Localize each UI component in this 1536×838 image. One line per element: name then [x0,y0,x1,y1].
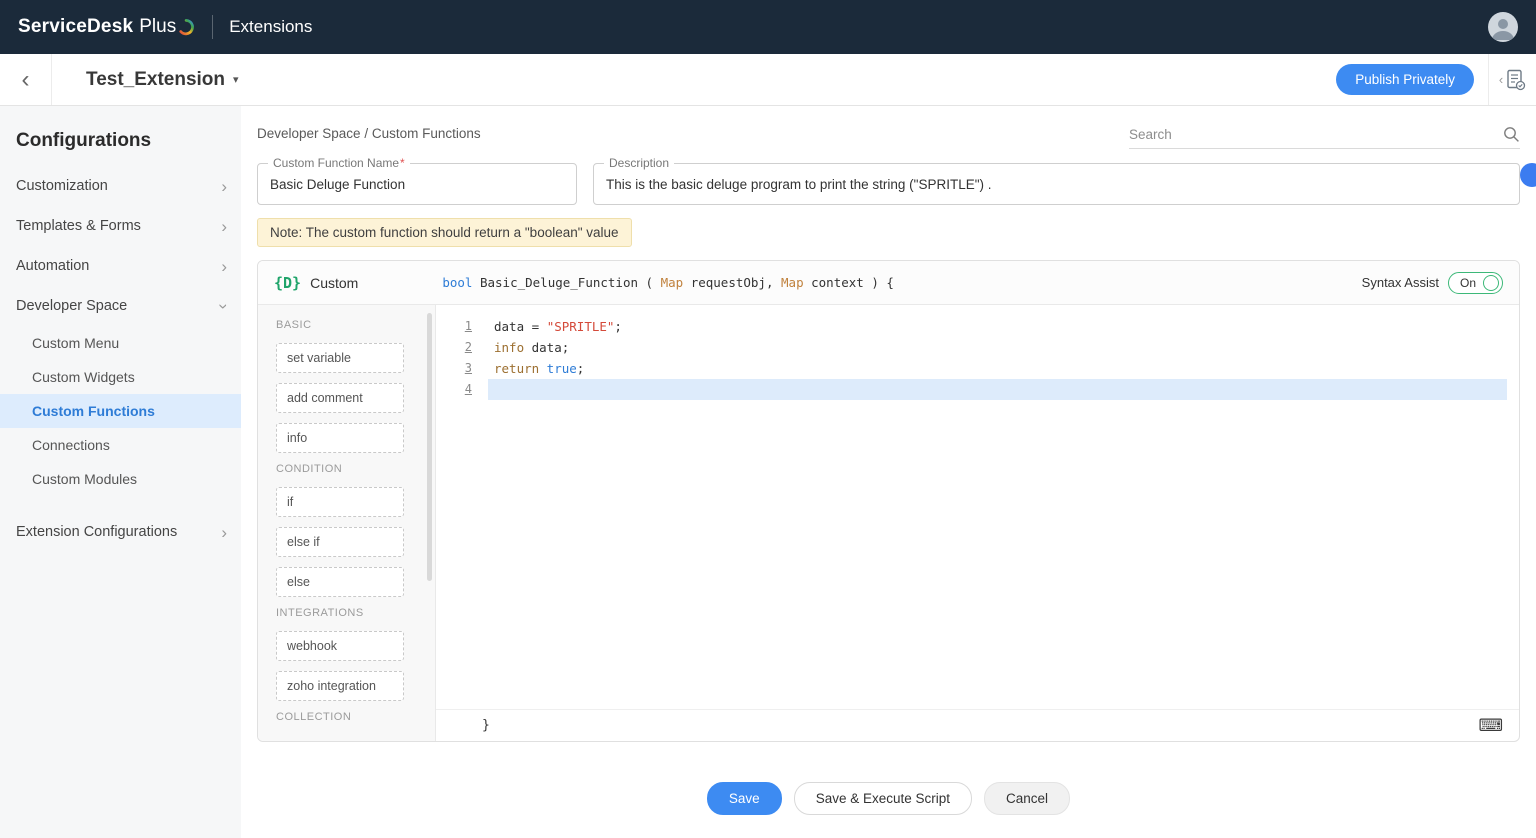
person-icon [1488,12,1518,42]
code-text[interactable]: data = "SPRITLE"; info data; return true… [488,305,1519,709]
syntax-assist-toggle[interactable]: On [1448,272,1503,294]
sidebar-item-custom-menu[interactable]: Custom Menu [0,326,241,360]
palette-item-else[interactable]: else [276,567,404,597]
custom-function-name-field[interactable]: Custom Function Name* Basic Deluge Funct… [257,163,577,205]
topbar-section-label: Extensions [229,17,312,37]
palette-section-integrations: INTEGRATIONS [276,607,435,619]
code-line-2[interactable]: info data; [488,337,1519,358]
boolean-note-banner: Note: The custom function should return … [257,218,632,247]
help-bubble-button[interactable] [1520,163,1536,187]
chevron-down-icon: › [216,303,233,309]
palette-scrollbar[interactable] [427,313,432,581]
syntax-assist-state: On [1460,276,1476,290]
sidebar-item-templates-forms[interactable]: Templates & Forms › [0,206,241,246]
chevron-right-icon: › [221,178,227,195]
brand-logo[interactable]: ServiceDesk Plus [18,16,196,38]
main-content: Developer Space / Custom Functions Custo… [241,106,1536,838]
code-editor-area[interactable]: 1 2 3 4 data = "SPRITLE"; info data; ret… [436,305,1519,709]
sidebar-item-extension-configurations[interactable]: Extension Configurations › [0,512,241,552]
extension-title[interactable]: Test_Extension [86,69,225,91]
save-execute-script-button[interactable]: Save & Execute Script [794,782,972,815]
brand-secondary: Plus [139,16,176,38]
cancel-button[interactable]: Cancel [984,782,1070,815]
line-number[interactable]: 2 [436,337,472,358]
custom-function-name-value[interactable]: Basic Deluge Function [270,177,405,192]
sidebar-item-automation[interactable]: Automation › [0,246,241,286]
palette-item-zoho-integration[interactable]: zoho integration [276,671,404,701]
sidebar-item-developer-space[interactable]: Developer Space › [0,286,241,326]
palette-item-info[interactable]: info [276,423,404,453]
brand-swoosh-icon [178,18,196,36]
sidebar-item-connections[interactable]: Connections [0,428,241,462]
brand-primary: ServiceDesk [18,16,133,38]
palette-item-set-variable[interactable]: set variable [276,343,404,373]
closing-brace: } [482,718,490,733]
top-navbar: ServiceDesk Plus Extensions [0,0,1536,54]
sidebar-heading: Configurations [16,130,225,152]
required-marker: * [400,156,405,170]
line-number[interactable]: 4 [436,379,472,400]
collapse-chevron-icon: ‹ [1499,72,1503,87]
function-signature: bool Basic_Deluge_Function ( Map request… [442,275,894,290]
palette-item-if[interactable]: if [276,487,404,517]
code-line-1[interactable]: data = "SPRITLE"; [488,316,1519,337]
back-button[interactable]: ‹ [0,54,52,105]
deluge-editor-panel: {D} Custom bool Basic_Deluge_Function ( … [257,260,1520,742]
description-value[interactable]: This is the basic deluge program to prin… [606,177,992,192]
syntax-assist-label: Syntax Assist [1362,275,1439,290]
code-line-4[interactable] [488,379,1519,400]
user-avatar[interactable] [1488,12,1518,42]
snippet-palette: BASIC set variable add comment info COND… [258,305,436,741]
sidebar-item-customization[interactable]: Customization › [0,166,241,206]
breadcrumb: Developer Space / Custom Functions [257,126,481,149]
toggle-knob [1483,275,1499,291]
syntax-assist-control: Syntax Assist On [1362,272,1503,294]
search-icon[interactable] [1503,126,1520,143]
panel-toggle-button[interactable]: ‹ [1488,54,1536,105]
save-button[interactable]: Save [707,782,782,815]
line-number[interactable]: 3 [436,358,472,379]
sidebar-item-custom-functions[interactable]: Custom Functions [0,394,241,428]
line-number-gutter: 1 2 3 4 [436,305,488,709]
sidebar-item-custom-widgets[interactable]: Custom Widgets [0,360,241,394]
chevron-right-icon: › [221,258,227,275]
deluge-icon: {D} [274,274,301,292]
title-dropdown-caret-icon[interactable]: ▾ [233,73,239,86]
palette-item-else-if[interactable]: else if [276,527,404,557]
description-label: Description [604,156,674,170]
description-field[interactable]: Description This is the basic deluge pro… [593,163,1520,205]
extension-toolbar: ‹ Test_Extension ▾ Publish Privately ‹ [0,54,1536,106]
palette-section-basic: BASIC [276,319,435,331]
chevron-right-icon: › [221,524,227,541]
palette-item-add-comment[interactable]: add comment [276,383,404,413]
sidebar-item-custom-modules[interactable]: Custom Modules [0,462,241,496]
topbar-divider [212,15,213,39]
chevron-right-icon: › [221,218,227,235]
search-box [1129,126,1520,149]
palette-section-collection: COLLECTION [276,711,435,723]
palette-section-condition: CONDITION [276,463,435,475]
code-line-3[interactable]: return true; [488,358,1519,379]
editor-footer: } ⌨ [436,709,1519,741]
palette-item-webhook[interactable]: webhook [276,631,404,661]
configurations-sidebar: Configurations Customization › Templates… [0,106,241,838]
publish-status-doc-icon [1506,69,1526,91]
publish-privately-button[interactable]: Publish Privately [1336,64,1474,95]
form-actions: Save Save & Execute Script Cancel [257,782,1520,815]
search-input[interactable] [1129,127,1503,142]
editor-tab-custom[interactable]: Custom [310,275,358,291]
line-number[interactable]: 1 [436,316,472,337]
editor-header: {D} Custom bool Basic_Deluge_Function ( … [258,261,1519,305]
back-chevron-icon: ‹ [22,66,30,94]
keyboard-shortcuts-icon[interactable]: ⌨ [1478,716,1503,736]
custom-function-name-label: Custom Function Name* [268,156,410,170]
